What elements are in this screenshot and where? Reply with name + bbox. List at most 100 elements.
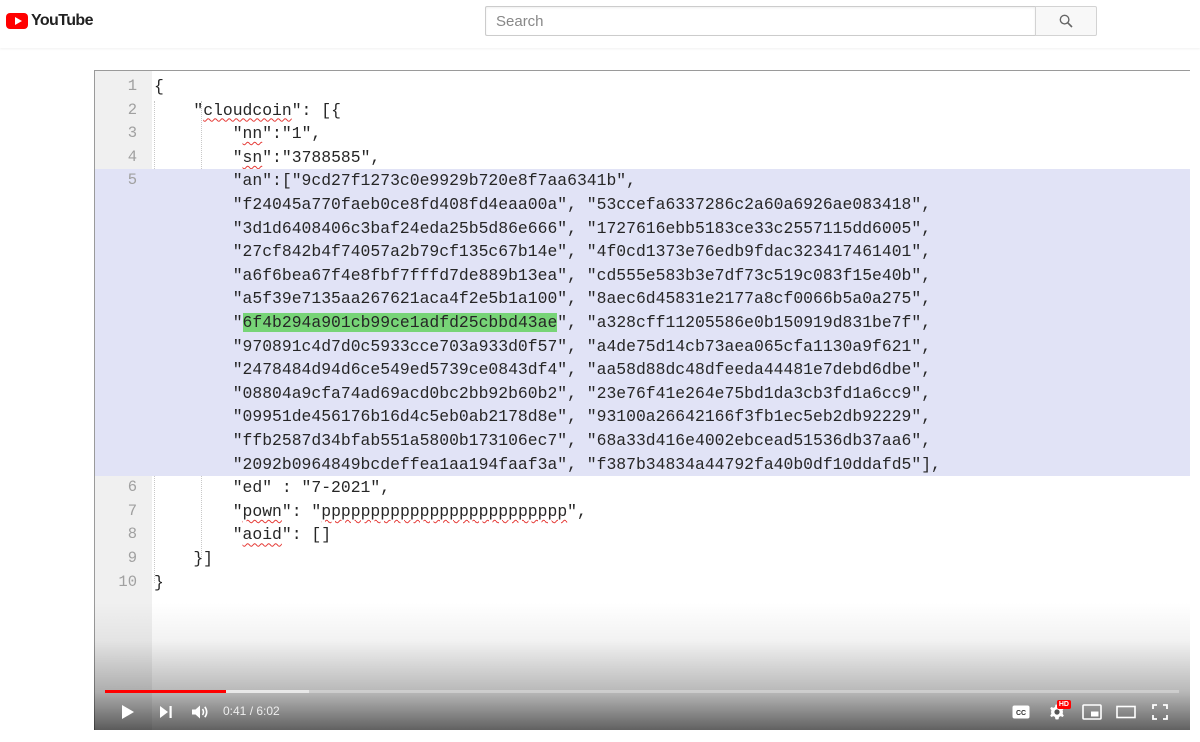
theater-mode-button[interactable] [1112,698,1140,726]
miniplayer-icon [1082,704,1102,720]
code-line: 8 "aoid": [] [95,523,1190,547]
code-text: "6f4b294a901cb99ce1adfd25cbbd43ae", "a32… [154,311,931,335]
code-token: "an":["9cd27f1273c0e9929b720e8f7aa6341b"… [154,171,636,191]
code-token: "08804a9cfa74ad69acd0bc2bb92b60b2", "23e… [154,383,932,403]
spellcheck-token: nn [242,124,263,144]
theater-mode-icon [1116,705,1136,719]
volume-button[interactable] [186,698,216,726]
spellcheck-token: pown [242,501,282,521]
code-token: ":"1", [262,124,322,144]
search-input[interactable] [485,6,1035,36]
code-token: "09951de456176b16d4c5eb0ab2178d8e", "931… [154,407,932,427]
settings-icon-wrap: HD [1048,700,1071,721]
code-token: ": [] [281,525,332,545]
code-token: " [154,313,243,332]
search-box [485,6,1097,36]
code-line: 3 "nn":"1", [95,122,1190,146]
code-text: "3d1d6408406c3baf24eda25b5d86e666", "172… [154,217,931,241]
code-text: "970891c4d7d0c5933cce703a933d0f57", "a4d… [154,335,931,359]
code-line: 5 "an":["9cd27f1273c0e9929b720e8f7aa6341… [95,169,1190,193]
code-line: "2092b0964849bcdeffea1aa194faaf3a", "f38… [95,452,1190,477]
code-line: "970891c4d7d0c5933cce703a933d0f57", "a4d… [95,334,1190,359]
miniplayer-button[interactable] [1078,698,1106,726]
time-display: 0:41 / 6:02 [223,704,280,718]
youtube-play-logo-icon [6,13,28,29]
code-line: "08804a9cfa74ad69acd0bc2bb92b60b2", "23e… [95,381,1190,406]
code-line: "09951de456176b16d4c5eb0ab2178d8e", "931… [95,405,1190,429]
code-line: "f24045a770faeb0ce8fd408fd4eaa00a", "53c… [95,193,1190,217]
code-text: { [154,75,164,99]
fullscreen-button[interactable] [1146,698,1174,726]
code-text: } [154,571,164,595]
code-line: 7 "pown": "ppppppppppppppppppppppppp", [95,500,1190,524]
line-number: 1 [127,77,137,95]
code-token: "2478484d94d6ce549ed5739ce0843df4", "aa5… [154,360,932,380]
code-token: " [154,147,243,167]
code-text: "a5f39e7135aa267621aca4f2e5b1a100", "8ae… [154,287,931,311]
play-icon [122,705,134,719]
next-button[interactable] [152,698,180,726]
line-number: 5 [127,171,137,190]
code-text: "2092b0964849bcdeffea1aa194faaf3a", "f38… [154,453,941,477]
spellcheck-token: ppppppppppppppppppppppppp [321,501,568,521]
current-time: 0:41 [223,704,247,718]
spellcheck-token: aoid [242,525,282,545]
settings-button[interactable]: HD [1042,698,1072,726]
volume-icon [192,705,208,719]
code-line: 4 "sn":"3788585", [95,146,1190,170]
code-token: " [154,100,204,120]
code-text: "ed" : "7-2021", [154,476,390,500]
line-number: 8 [127,525,137,544]
code-line: "6f4b294a901cb99ce1adfd25cbbd43ae", "a32… [95,311,1190,335]
line-number: 6 [127,478,137,497]
code-text: "aoid": [] [154,523,331,547]
line-number: 3 [127,124,137,143]
code-token: "f24045a770faeb0ce8fd408fd4eaa00a", "53c… [154,195,932,214]
code-token: { [154,77,164,96]
svg-text:CC: CC [1016,710,1026,717]
code-text: "cloudcoin": [{ [154,99,341,123]
code-token: " [154,501,243,521]
search-button[interactable] [1035,6,1097,36]
code-line: 1{ [95,75,1190,99]
code-text: }] [154,547,213,571]
progress-bar[interactable] [105,690,1179,693]
duration: 6:02 [256,704,280,718]
code-token: "970891c4d7d0c5933cce703a933d0f57", "a4d… [154,336,932,356]
code-line: "27cf842b4f74057a2b79cf135c67b14e", "4f0… [95,240,1190,264]
code-line: 6 "ed" : "7-2021", [95,476,1190,500]
code-text: "nn":"1", [154,122,322,146]
subtitles-button[interactable]: CC [1008,698,1034,726]
masthead: YouTube [0,0,1200,48]
code-token: "27cf842b4f74057a2b79cf135c67b14e", "4f0… [154,242,932,262]
highlighted-token: 6f4b294a901cb99ce1adfd25cbbd43ae [242,313,558,332]
subtitles-icon: CC [1012,705,1030,719]
youtube-logo[interactable]: YouTube [6,11,93,31]
code-text: "a6f6bea67f4e8fbf7fffd7de889b13ea", "cd5… [154,264,931,288]
time-separator: / [246,704,257,718]
code-text: "27cf842b4f74057a2b79cf135c67b14e", "4f0… [154,240,931,264]
logo-text: YouTube [31,12,93,29]
code-line: "ffb2587d34bfab551a5800b173106ec7", "68a… [95,429,1190,453]
spellcheck-token: sn [242,147,263,167]
fullscreen-icon [1152,704,1168,720]
video-player[interactable]: 1{2 "cloudcoin": [{3 "nn":"1", 4 "sn":"37… [94,70,1190,730]
code-text: "pown": "ppppppppppppppppppppppppp", [154,500,587,524]
code-text: "08804a9cfa74ad69acd0bc2bb92b60b2", "23e… [154,382,931,406]
play-button[interactable] [114,698,142,726]
code-text: "an":["9cd27f1273c0e9929b720e8f7aa6341b"… [154,169,636,193]
code-text: "ffb2587d34bfab551a5800b173106ec7", "68a… [154,429,931,453]
spellcheck-token: cloudcoin [203,100,292,120]
code-token: ": " [281,501,322,521]
code-token: "a6f6bea67f4e8fbf7fffd7de889b13ea", "cd5… [154,265,932,285]
code-token: "ed" : "7-2021", [154,478,391,498]
code-line: "a6f6bea67f4e8fbf7fffd7de889b13ea", "cd5… [95,263,1190,288]
search-icon [1059,14,1073,28]
code-token: "ffb2587d34bfab551a5800b173106ec7", "68a… [154,431,932,450]
code-editor-frame: 1{2 "cloudcoin": [{3 "nn":"1", 4 "sn":"37… [94,70,1190,730]
code-token: ": [{ [291,100,341,120]
hd-badge: HD [1056,700,1071,709]
code-line: 9 }] [95,547,1190,571]
code-text: "2478484d94d6ce549ed5739ce0843df4", "aa5… [154,358,931,382]
code-line: "2478484d94d6ce549ed5739ce0843df4", "aa5… [95,358,1190,382]
